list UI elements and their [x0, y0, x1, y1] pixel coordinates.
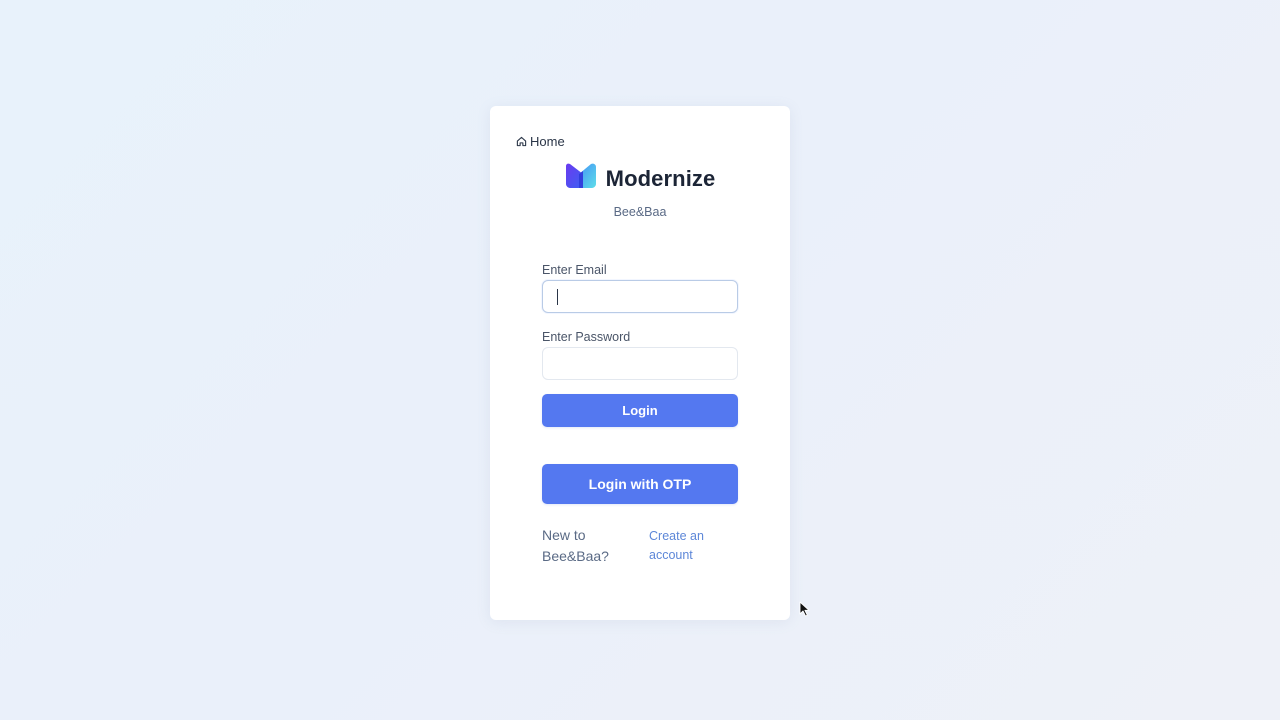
- text-caret: [557, 289, 558, 305]
- signup-question: New to Bee&Baa?: [542, 527, 609, 564]
- home-icon: [516, 136, 527, 147]
- brand-subtitle: Bee&Baa: [613, 205, 667, 219]
- brand-name: Modernize: [605, 165, 716, 191]
- email-label: Enter Email: [542, 263, 607, 277]
- login-button[interactable]: Login: [542, 394, 738, 427]
- login-with-otp-button[interactable]: Login with OTP: [542, 464, 738, 504]
- email-field[interactable]: [542, 280, 738, 313]
- modernize-logo-icon: [565, 163, 597, 194]
- brand: Modernize: [490, 163, 790, 194]
- password-label: Enter Password: [542, 330, 631, 344]
- create-account-link[interactable]: Create an account: [649, 527, 721, 565]
- password-field[interactable]: [542, 347, 738, 380]
- home-link-label: Home: [530, 134, 565, 149]
- mouse-pointer-icon: [799, 601, 810, 622]
- home-link[interactable]: Home: [516, 134, 565, 149]
- login-card: Home Modernize Bee&Baa Enter Email Enter…: [490, 106, 790, 620]
